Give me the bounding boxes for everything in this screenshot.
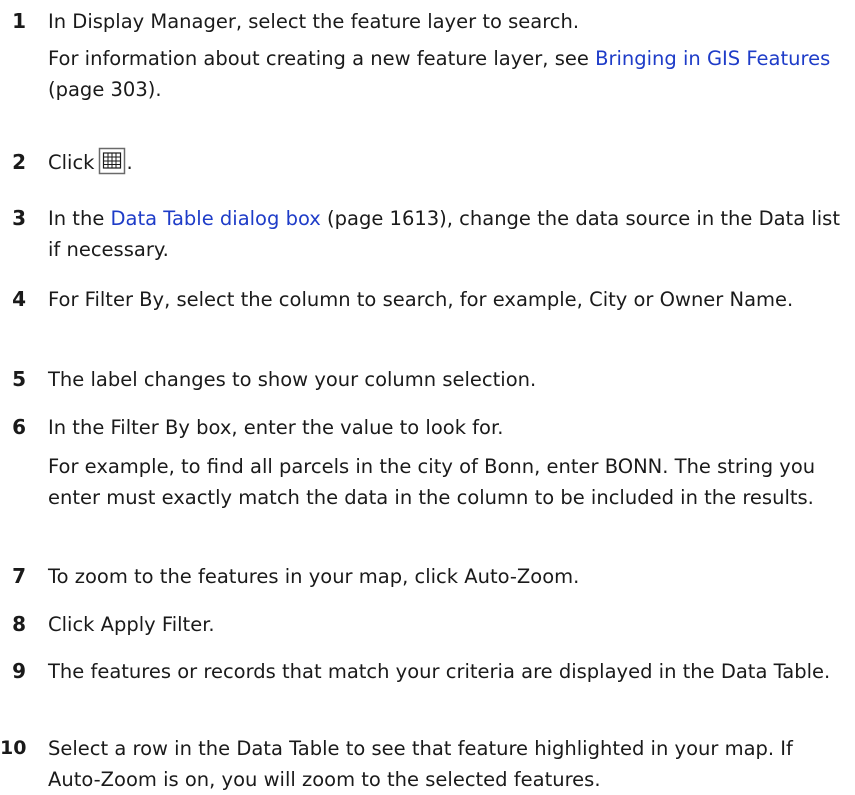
step-number: 3 [12, 206, 26, 230]
note-prefix: For information about creating a new fea… [48, 47, 596, 70]
step-number: 4 [12, 287, 26, 311]
step-text: The features or records that match your … [48, 660, 831, 683]
step-number: 9 [12, 659, 26, 683]
step-prefix: In the [48, 207, 111, 230]
step-text: In the Data Table dialog box (page 1613)… [48, 203, 848, 265]
step-number: 8 [12, 612, 26, 636]
step-click-text: Click [48, 151, 95, 174]
step-text: In the Filter By box, enter the value to… [48, 416, 504, 439]
step-note: For example, to find all parcels in the … [48, 455, 816, 509]
step-text: Click Apply Filter. [48, 613, 215, 636]
data-table-grid-icon[interactable] [98, 147, 126, 175]
step-number: 5 [12, 367, 26, 391]
step-text: For Filter By, select the column to sear… [48, 288, 794, 311]
step-number: 2 [12, 150, 26, 174]
step-number: 10 [0, 737, 27, 759]
bringing-in-gis-features-link[interactable]: Bringing in GIS Features [595, 47, 830, 70]
step-number: 7 [12, 564, 26, 588]
note-suffix: (page 303). [48, 78, 162, 101]
step-text: In Display Manager, select the feature l… [48, 10, 580, 33]
step-text: To zoom to the features in your map, cli… [48, 565, 580, 588]
step-note: For information about creating a new fea… [48, 43, 848, 105]
step-text: Select a row in the Data Table to see th… [48, 737, 793, 791]
data-table-dialog-box-link[interactable]: Data Table dialog box [111, 207, 321, 230]
step-suffix: . [126, 151, 133, 174]
step-number: 1 [12, 9, 26, 33]
step-number: 6 [12, 415, 26, 439]
step-text: The label changes to show your column se… [48, 368, 537, 391]
step-text: Click . [48, 147, 848, 178]
